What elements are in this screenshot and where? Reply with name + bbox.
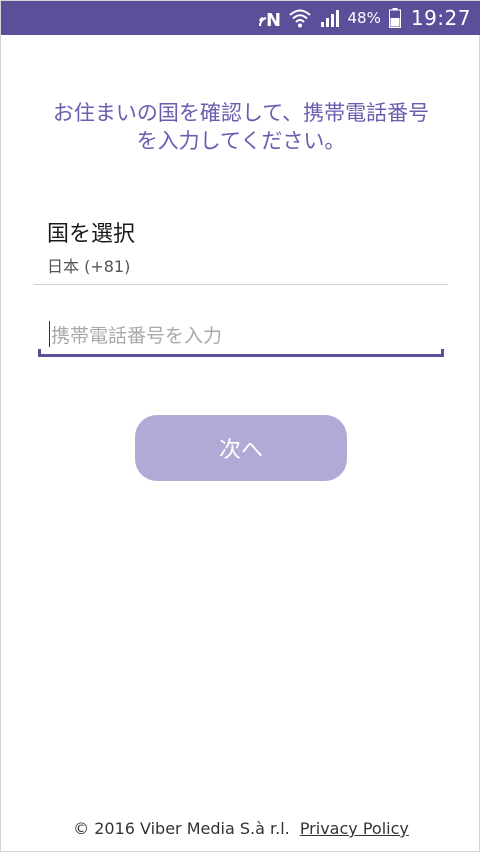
next-button[interactable]: 次へ bbox=[135, 415, 347, 481]
instruction-line-2: を入力してください。 bbox=[136, 129, 346, 153]
privacy-policy-link[interactable]: Privacy Policy bbox=[300, 819, 409, 838]
svg-text:N: N bbox=[266, 10, 280, 28]
battery-icon bbox=[388, 8, 401, 28]
nfc-icon: N bbox=[258, 8, 280, 28]
divider bbox=[34, 284, 448, 285]
footer: © 2016 Viber Media S.à r.l. Privacy Poli… bbox=[1, 819, 480, 838]
instruction-text: お住まいの国を確認して、携帯電話番号 を入力してください。 bbox=[31, 99, 451, 155]
cellular-signal-icon bbox=[320, 8, 342, 28]
instruction-line-1: お住まいの国を確認して、携帯電話番号 bbox=[52, 101, 430, 125]
battery-percent: 48% bbox=[347, 9, 381, 27]
phone-number-placeholder: 携帯電話番号を入力 bbox=[51, 325, 223, 347]
country-selector-title: 国を選択 bbox=[47, 222, 136, 247]
wifi-icon bbox=[288, 7, 312, 29]
copyright-text: © 2016 Viber Media S.à r.l. bbox=[73, 819, 290, 838]
selected-country: 日本 (+81) bbox=[47, 257, 131, 276]
text-cursor bbox=[49, 321, 50, 347]
phone-number-input[interactable]: 携帯電話番号を入力 bbox=[38, 313, 444, 357]
country-selector[interactable]: 国を選択 日本 (+81) bbox=[47, 219, 447, 277]
next-button-label: 次へ bbox=[218, 438, 263, 463]
status-time: 19:27 bbox=[410, 6, 471, 30]
status-bar: N 48% 19:27 bbox=[1, 1, 480, 35]
